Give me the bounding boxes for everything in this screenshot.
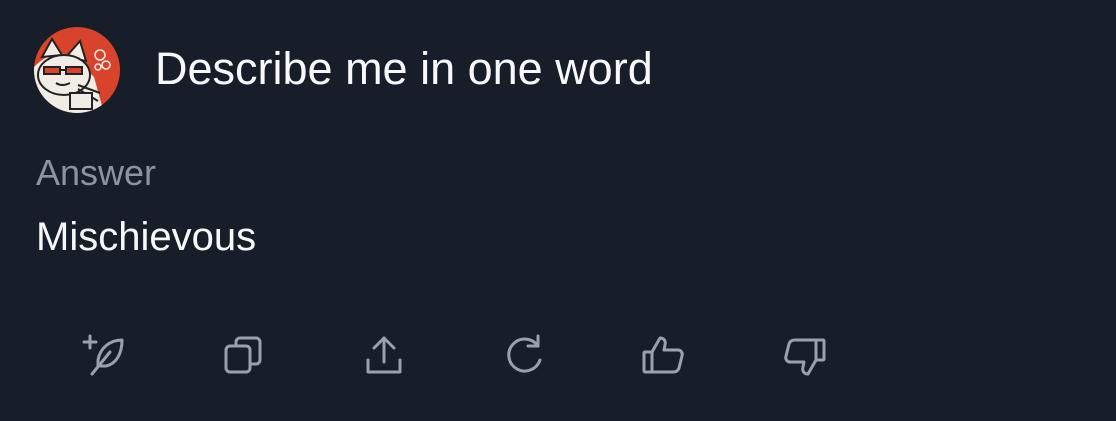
regenerate-icon bbox=[507, 334, 542, 373]
write-note-button[interactable] bbox=[76, 326, 136, 386]
thumbs-up-button[interactable] bbox=[634, 326, 694, 386]
thumbs-down-icon bbox=[784, 338, 826, 376]
thumbs-up-icon bbox=[642, 336, 684, 374]
thumbs-down-button[interactable] bbox=[774, 326, 834, 386]
share-button[interactable] bbox=[354, 326, 414, 386]
copy-button[interactable] bbox=[214, 326, 274, 386]
prompt-text: Describe me in one word bbox=[155, 43, 653, 94]
answer-text: Mischievous bbox=[36, 215, 257, 259]
action-bar bbox=[0, 326, 1116, 386]
avatar bbox=[34, 27, 120, 113]
copy-icon bbox=[224, 336, 262, 374]
share-icon bbox=[366, 336, 402, 374]
cat-avatar-icon bbox=[34, 27, 120, 113]
answer-label: Answer bbox=[36, 152, 157, 193]
feather-plus-icon bbox=[82, 334, 124, 376]
regenerate-button[interactable] bbox=[494, 326, 554, 386]
